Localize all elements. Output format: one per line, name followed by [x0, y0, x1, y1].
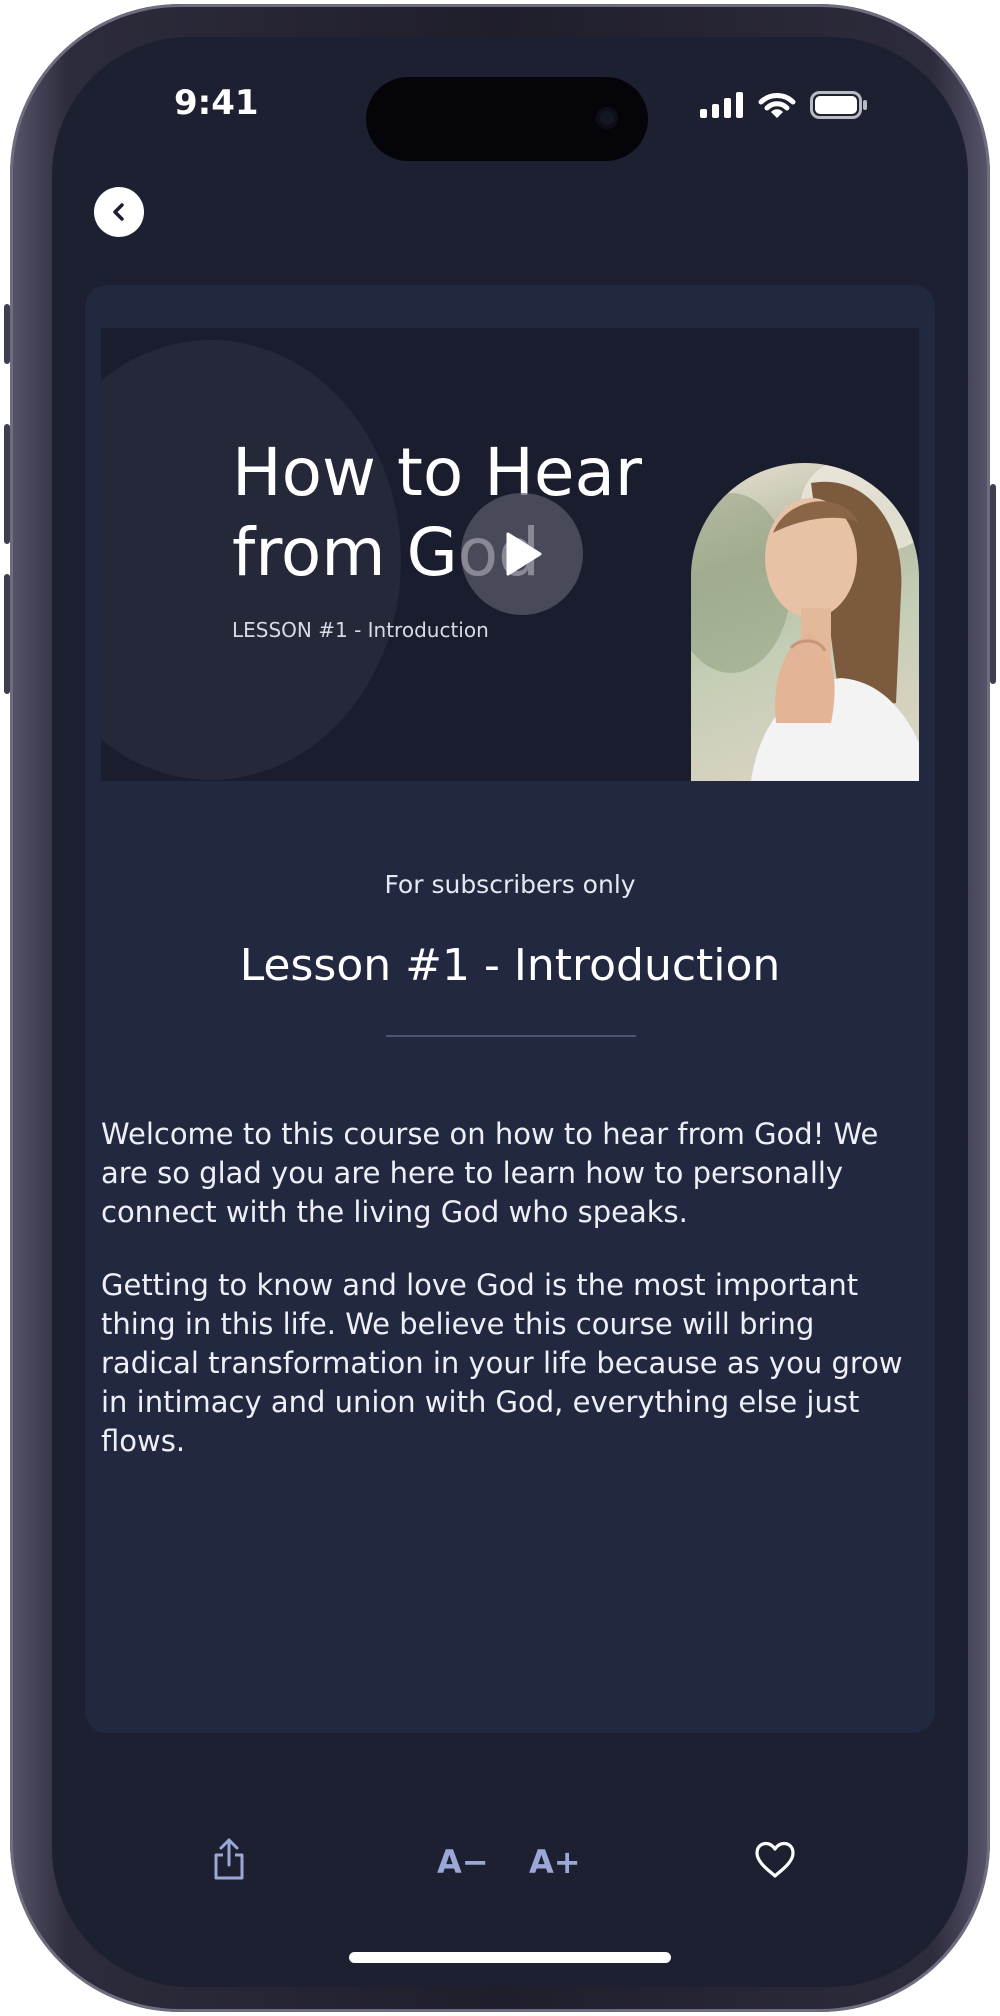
lesson-title: Lesson #1 - Introduction: [239, 940, 781, 991]
back-button[interactable]: [94, 187, 144, 237]
chevron-left-icon: [113, 203, 124, 221]
lesson-body: Welcome to this course on how to hear fr…: [101, 1115, 921, 1495]
action-button: [4, 304, 10, 364]
praying-woman-image: [691, 463, 919, 781]
home-indicator: [349, 1952, 671, 1963]
subscribers-only-label: For subscribers only: [384, 870, 636, 899]
play-button[interactable]: [461, 493, 583, 615]
lesson-card: How to Hear from God LESSON #1 - Introdu…: [85, 285, 935, 1733]
power-button: [990, 484, 996, 684]
favorite-button[interactable]: [754, 1841, 796, 1883]
status-time: 9:41: [174, 83, 259, 123]
lesson-paragraph: Getting to know and love God is the most…: [101, 1268, 903, 1458]
lesson-paragraph: Welcome to this course on how to hear fr…: [101, 1117, 879, 1229]
share-icon: [214, 1838, 244, 1880]
video-subtitle: LESSON #1 - Introduction: [232, 618, 489, 642]
volume-down-button: [4, 574, 10, 694]
increase-font-button[interactable]: A+: [529, 1843, 581, 1881]
status-icons: [700, 91, 868, 119]
video-thumbnail[interactable]: How to Hear from God LESSON #1 - Introdu…: [101, 328, 919, 781]
wifi-icon: [758, 93, 796, 118]
share-button[interactable]: [212, 1837, 246, 1885]
play-icon: [506, 532, 542, 576]
app-screen: 9:41 How to Hear from God LESSON #1 - In…: [52, 37, 968, 1987]
battery-icon: [810, 91, 867, 119]
cellular-signal-icon: [700, 92, 743, 118]
phone-frame: 9:41 How to Hear from God LESSON #1 - In…: [4, 4, 996, 2012]
title-divider: [386, 1035, 636, 1037]
dynamic-island: [366, 77, 648, 161]
heart-icon: [755, 1841, 795, 1878]
camera-lens: [596, 107, 618, 129]
volume-up-button: [4, 424, 10, 544]
decrease-font-button[interactable]: A−: [437, 1843, 489, 1881]
